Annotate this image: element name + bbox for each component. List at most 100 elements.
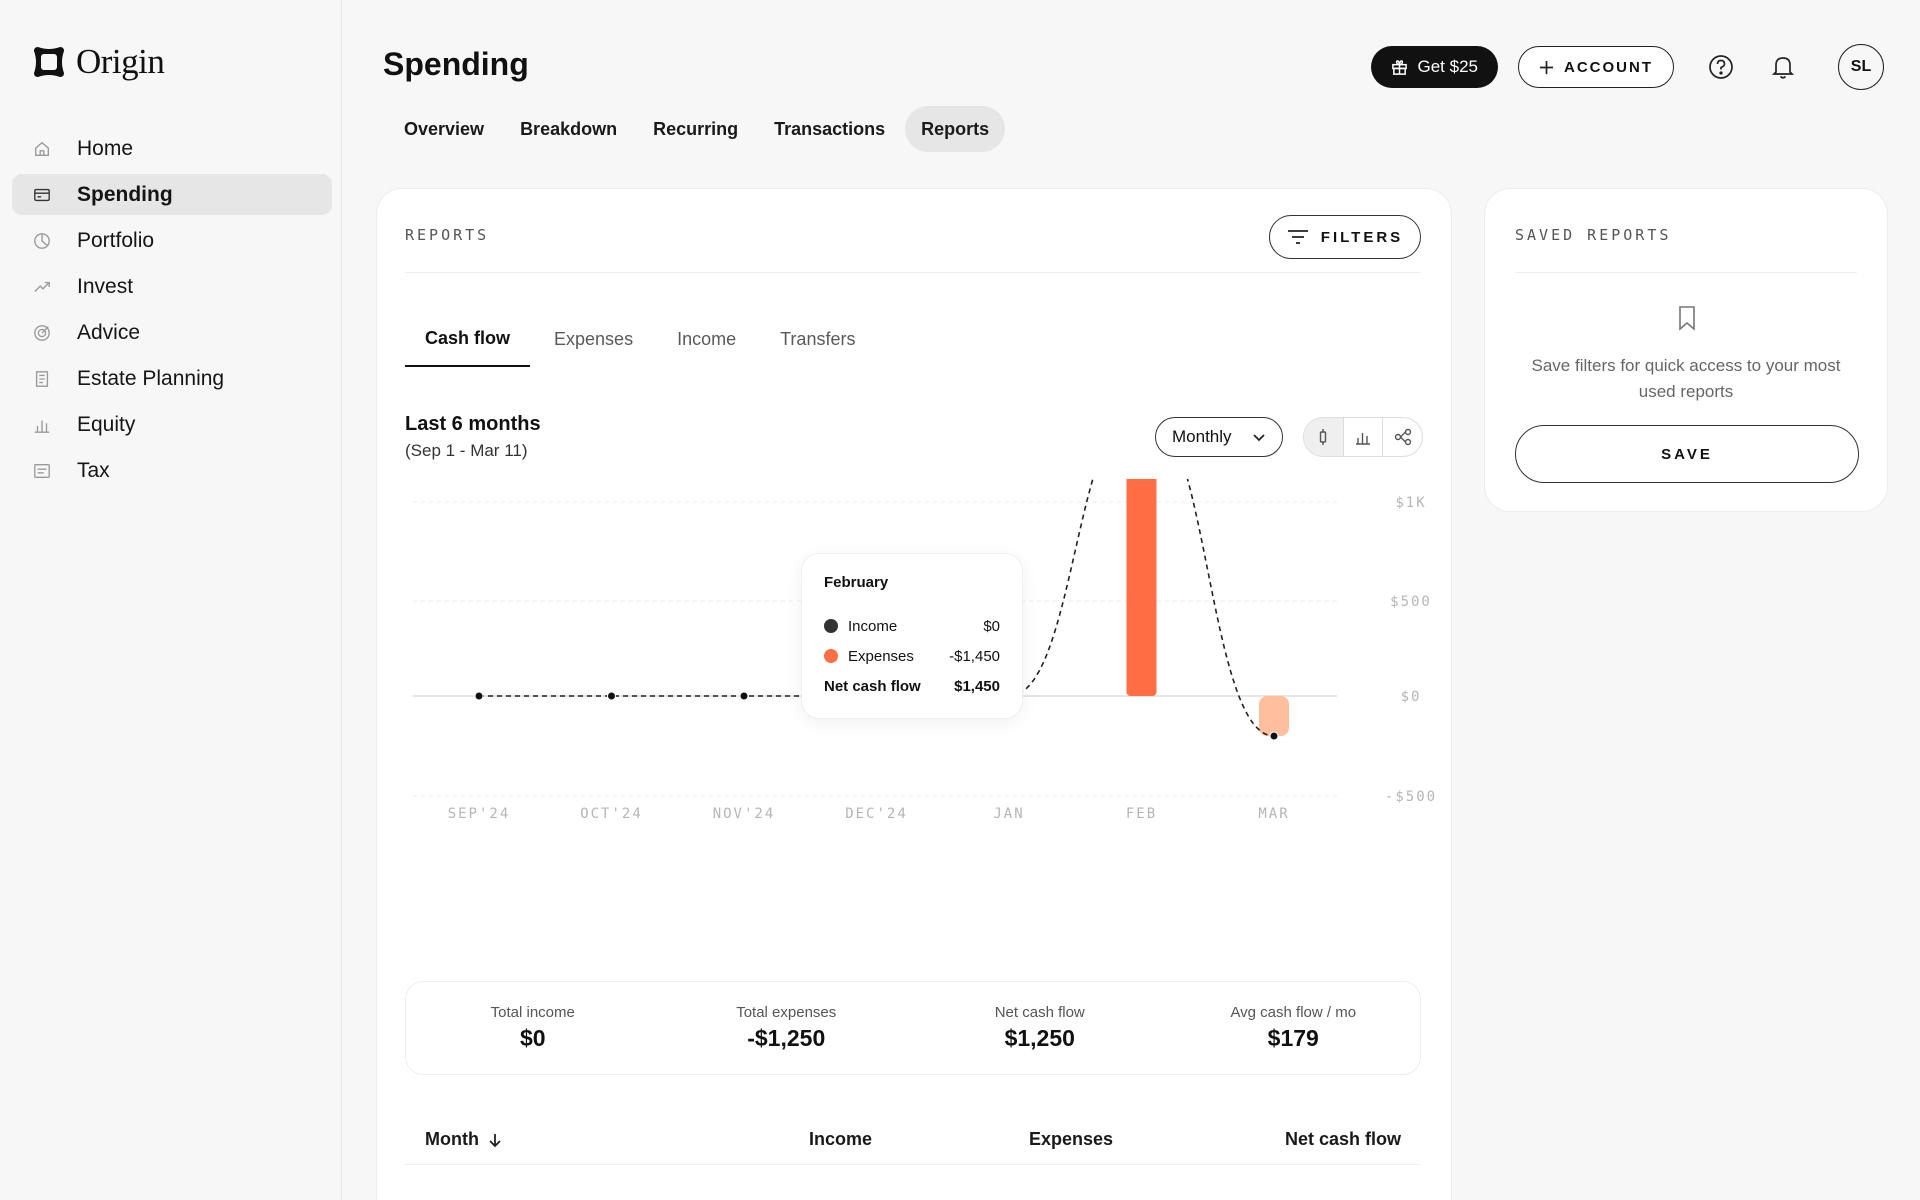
report-tab-expenses[interactable]: Expenses: [534, 311, 653, 367]
summary-total-income: Total income $0: [406, 982, 660, 1074]
sidebar-item-tax[interactable]: Tax: [12, 450, 332, 491]
sidebar-item-label: Portfolio: [77, 228, 155, 252]
sidebar-nav: Home Spending Portfolio Invest Advice Estate …: [12, 128, 332, 496]
plus-icon: [1539, 60, 1554, 74]
chart-tooltip: February Income $0 Expenses -$1,450 Net …: [801, 553, 1023, 719]
tooltip-row-net: Net cash flow $1,450: [824, 671, 1000, 701]
help-button[interactable]: [1706, 52, 1736, 82]
bookmark-icon: [1679, 306, 1695, 331]
home-icon: [32, 139, 52, 159]
candlestick-icon: [1320, 429, 1327, 445]
header-actions: Get $25 ACCOUNT SL: [1370, 44, 1884, 90]
sidebar-item-advice[interactable]: Advice: [12, 312, 332, 353]
month-header-label: Month: [425, 1129, 479, 1149]
tab-breakdown[interactable]: Breakdown: [504, 106, 633, 152]
bar-mar: [1259, 696, 1289, 736]
sidebar-item-label: Tax: [77, 458, 110, 482]
summary-total-expenses: Total expenses -$1,250: [660, 982, 914, 1074]
net-cash-flow-header-label: Net cash flow: [1284, 1129, 1401, 1149]
avatar[interactable]: SL: [1838, 44, 1884, 90]
summary-avg-cash-flow: Avg cash flow / mo $179: [1167, 982, 1421, 1074]
filters-button[interactable]: FILTERS: [1269, 215, 1421, 259]
tab-recurring[interactable]: Recurring: [637, 106, 754, 152]
tooltip-net-value: $1,450: [954, 677, 1000, 695]
spending-tabs: Overview Breakdown Recurring Transactions Re…: [388, 106, 1009, 152]
chevron-down-icon: [1253, 434, 1265, 442]
period-title: Last 6 months: [405, 413, 541, 435]
report-tab-cash-flow[interactable]: Cash flow: [405, 311, 531, 367]
sidebar: Origin Home Spending Portfolio Invest Advice…: [0, 0, 342, 1200]
saved-reports-empty-text: Save filters for quick access to your mo…: [1531, 356, 1841, 401]
summary-label: Avg cash flow / mo: [1230, 1004, 1357, 1021]
expenses-legend-dot: [824, 649, 838, 663]
granularity-value: Monthly: [1172, 427, 1232, 446]
period-range: (Sep 1 - Mar 11): [405, 441, 528, 460]
pie-icon: [32, 231, 52, 251]
income-header-label: Income: [809, 1129, 873, 1149]
sidebar-item-label: Equity: [77, 412, 136, 436]
y-tick-label: $1K: [1395, 495, 1426, 511]
x-tick-label: DEC'24: [845, 806, 908, 822]
expenses-column-header[interactable]: Expenses: [1029, 1129, 1113, 1150]
sidebar-item-home[interactable]: Home: [12, 128, 332, 169]
add-account-label: ACCOUNT: [1564, 58, 1653, 76]
tab-overview[interactable]: Overview: [388, 106, 500, 152]
filters-label: FILTERS: [1320, 228, 1404, 246]
income-column-header[interactable]: Income: [809, 1129, 872, 1150]
summary-value: $179: [1267, 1025, 1319, 1051]
sidebar-item-label: Estate Planning: [77, 366, 225, 390]
x-tick-label: NOV'24: [713, 806, 776, 822]
data-point-nov24: [739, 691, 749, 701]
trend-icon: [32, 277, 52, 297]
logo[interactable]: Origin: [32, 42, 165, 82]
chart-view-toggle: [1303, 417, 1423, 457]
granularity-select[interactable]: Monthly: [1155, 417, 1283, 457]
add-account-button[interactable]: ACCOUNT: [1518, 46, 1674, 88]
card-icon: [32, 185, 52, 205]
flow-icon: [1394, 428, 1411, 446]
divider: [1515, 272, 1857, 273]
tooltip-expenses-value: -$1,450: [949, 647, 1000, 665]
x-tick-label: JAN: [993, 806, 1024, 822]
tab-transactions[interactable]: Transactions: [758, 106, 901, 152]
reports-section-label: REPORTS: [405, 226, 490, 244]
document-icon: [32, 369, 52, 389]
page-title: Spending: [383, 46, 529, 82]
sidebar-item-spending[interactable]: Spending: [12, 174, 332, 215]
sidebar-item-portfolio[interactable]: Portfolio: [12, 220, 332, 261]
sidebar-item-equity[interactable]: Equity: [12, 404, 332, 445]
tooltip-income-value: $0: [983, 617, 1000, 635]
tooltip-row-income: Income $0: [824, 611, 1000, 641]
sidebar-item-invest[interactable]: Invest: [12, 266, 332, 307]
tooltip-net-label: Net cash flow: [824, 677, 921, 695]
flow-view-button[interactable]: [1383, 418, 1422, 456]
get-25-button[interactable]: Get $25: [1370, 46, 1498, 88]
notifications-button[interactable]: [1768, 52, 1798, 82]
tab-reports[interactable]: Reports: [905, 106, 1006, 152]
help-icon: [1709, 55, 1733, 79]
sidebar-item-label: Invest: [77, 274, 134, 298]
target-icon: [32, 323, 52, 343]
net-cash-flow-column-header[interactable]: Net cash flow: [1285, 1129, 1401, 1150]
report-tab-income[interactable]: Income: [657, 311, 756, 367]
monthly-table-header: Month Income Expenses Net cash flow: [405, 1115, 1421, 1165]
month-column-header[interactable]: Month: [425, 1129, 503, 1150]
income-legend-dot: [824, 619, 838, 633]
report-tab-transfers[interactable]: Transfers: [760, 311, 875, 367]
gift-icon: [1391, 59, 1407, 75]
sidebar-item-label: Advice: [77, 320, 141, 344]
bar-view-button[interactable]: [1344, 418, 1384, 456]
y-tick-label: -$500: [1385, 789, 1437, 805]
tooltip-income-label: Income: [848, 617, 898, 635]
save-report-button[interactable]: SAVE: [1515, 425, 1859, 483]
expenses-header-label: Expenses: [1029, 1129, 1114, 1149]
filter-icon: [1287, 230, 1308, 244]
summary-label: Net cash flow: [994, 1004, 1085, 1021]
arrow-down-icon: [489, 1133, 501, 1147]
bell-icon: [1771, 57, 1795, 79]
sidebar-item-estate-planning[interactable]: Estate Planning: [12, 358, 332, 399]
bar-chart-icon: [1356, 433, 1370, 445]
get-25-label: Get $25: [1417, 57, 1479, 76]
sidebar-item-label: Home: [77, 136, 134, 160]
candlestick-view-button[interactable]: [1304, 418, 1344, 456]
